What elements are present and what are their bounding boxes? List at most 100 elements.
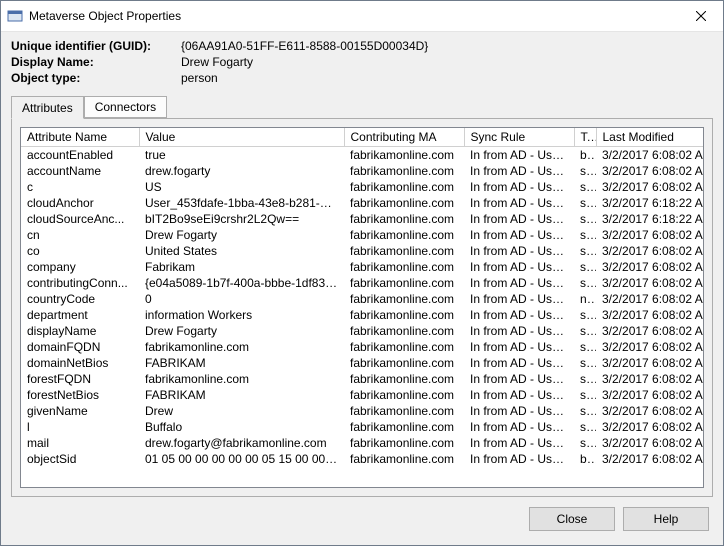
cell-t: s...: [574, 339, 596, 355]
cell-value: drew.fogarty@fabrikamonline.com: [139, 435, 344, 451]
cell-attr: l: [21, 419, 139, 435]
cell-t: b...: [574, 451, 596, 467]
cell-value: FABRIKAM: [139, 387, 344, 403]
table-row[interactable]: countryCode0fabrikamonline.comIn from AD…: [21, 291, 703, 307]
table-row[interactable]: cnDrew Fogartyfabrikamonline.comIn from …: [21, 227, 703, 243]
cell-value: 0: [139, 291, 344, 307]
cell-attr: domainNetBios: [21, 355, 139, 371]
guid-label: Unique identifier (GUID):: [11, 38, 181, 54]
table-row[interactable]: domainNetBiosFABRIKAMfabrikamonline.comI…: [21, 355, 703, 371]
cell-modified: 3/2/2017 6:08:02 AM: [596, 435, 703, 451]
tab-connectors[interactable]: Connectors: [84, 96, 167, 118]
cell-ma: fabrikamonline.com: [344, 307, 464, 323]
cell-t: s...: [574, 163, 596, 179]
column-sync-rule[interactable]: Sync Rule: [464, 128, 574, 147]
table-row[interactable]: accountNamedrew.fogartyfabrikamonline.co…: [21, 163, 703, 179]
cell-rule: In from AD - User ...: [464, 147, 574, 164]
close-window-button[interactable]: [678, 1, 723, 31]
cell-t: s...: [574, 371, 596, 387]
display-name-value: Drew Fogarty: [181, 54, 253, 70]
cell-t: s...: [574, 275, 596, 291]
cell-modified: 3/2/2017 6:08:02 AM: [596, 227, 703, 243]
cell-modified: 3/2/2017 6:08:02 AM: [596, 419, 703, 435]
column-type[interactable]: T...: [574, 128, 596, 147]
table-row[interactable]: contributingConn...{e04a5089-1b7f-400a-b…: [21, 275, 703, 291]
cell-ma: fabrikamonline.com: [344, 227, 464, 243]
guid-value: {06AA91A0-51FF-E611-8588-00155D00034D}: [181, 38, 428, 54]
cell-modified: 3/2/2017 6:08:02 AM: [596, 403, 703, 419]
cell-modified: 3/2/2017 6:18:22 AM: [596, 195, 703, 211]
help-button[interactable]: Help: [623, 507, 709, 531]
cell-value: FABRIKAM: [139, 355, 344, 371]
cell-ma: fabrikamonline.com: [344, 275, 464, 291]
cell-rule: In from AD - User ...: [464, 355, 574, 371]
cell-t: s...: [574, 259, 596, 275]
cell-rule: In from AD - User ...: [464, 227, 574, 243]
table-row[interactable]: forestNetBiosFABRIKAMfabrikamonline.comI…: [21, 387, 703, 403]
cell-ma: fabrikamonline.com: [344, 387, 464, 403]
table-row[interactable]: departmentinformation Workersfabrikamonl…: [21, 307, 703, 323]
table-row[interactable]: accountEnabledtruefabrikamonline.comIn f…: [21, 147, 703, 164]
table-row[interactable]: maildrew.fogarty@fabrikamonline.comfabri…: [21, 435, 703, 451]
cell-value: User_453fdafe-1bba-43e8-b281-75273...: [139, 195, 344, 211]
table-row[interactable]: domainFQDNfabrikamonline.comfabrikamonli…: [21, 339, 703, 355]
column-attribute-name[interactable]: Attribute Name: [21, 128, 139, 147]
cell-ma: fabrikamonline.com: [344, 211, 464, 227]
cell-rule: In from AD - User ...: [464, 339, 574, 355]
cell-t: s...: [574, 387, 596, 403]
close-button[interactable]: Close: [529, 507, 615, 531]
column-headers: Attribute Name Value Contributing MA Syn…: [21, 128, 703, 147]
cell-ma: fabrikamonline.com: [344, 323, 464, 339]
cell-value: drew.fogarty: [139, 163, 344, 179]
app-icon: [7, 8, 23, 24]
cell-rule: In from AD - User ...: [464, 387, 574, 403]
cell-t: s...: [574, 323, 596, 339]
table-row[interactable]: givenNameDrewfabrikamonline.comIn from A…: [21, 403, 703, 419]
column-value[interactable]: Value: [139, 128, 344, 147]
attribute-listview[interactable]: Attribute Name Value Contributing MA Syn…: [20, 127, 704, 488]
dialog-button-row: Close Help: [1, 497, 723, 545]
cell-attr: displayName: [21, 323, 139, 339]
cell-ma: fabrikamonline.com: [344, 195, 464, 211]
cell-ma: fabrikamonline.com: [344, 403, 464, 419]
cell-modified: 3/2/2017 6:08:02 AM: [596, 275, 703, 291]
cell-t: s...: [574, 195, 596, 211]
cell-value: Drew Fogarty: [139, 227, 344, 243]
table-row[interactable]: cloudSourceAnc...bIT2Bo9seEi9crshr2L2Qw=…: [21, 211, 703, 227]
cell-value: information Workers: [139, 307, 344, 323]
table-row[interactable]: coUnited Statesfabrikamonline.comIn from…: [21, 243, 703, 259]
cell-ma: fabrikamonline.com: [344, 291, 464, 307]
cell-ma: fabrikamonline.com: [344, 163, 464, 179]
table-row[interactable]: objectSid01 05 00 00 00 00 00 05 15 00 0…: [21, 451, 703, 467]
tabstrip: Attributes Connectors: [11, 96, 713, 118]
table-row[interactable]: lBuffalofabrikamonline.comIn from AD - U…: [21, 419, 703, 435]
display-name-label: Display Name:: [11, 54, 181, 70]
cell-rule: In from AD - User ...: [464, 371, 574, 387]
cell-modified: 3/2/2017 6:08:02 AM: [596, 163, 703, 179]
cell-ma: fabrikamonline.com: [344, 451, 464, 467]
table-row[interactable]: cloudAnchorUser_453fdafe-1bba-43e8-b281-…: [21, 195, 703, 211]
cell-attr: countryCode: [21, 291, 139, 307]
cell-value: 01 05 00 00 00 00 00 05 15 00 00 0...: [139, 451, 344, 467]
cell-ma: fabrikamonline.com: [344, 435, 464, 451]
tab-attributes[interactable]: Attributes: [11, 96, 84, 119]
cell-ma: fabrikamonline.com: [344, 355, 464, 371]
column-contributing-ma[interactable]: Contributing MA: [344, 128, 464, 147]
cell-rule: In from AD - User ...: [464, 291, 574, 307]
table-row[interactable]: companyFabrikamfabrikamonline.comIn from…: [21, 259, 703, 275]
cell-rule: In from AD - User ...: [464, 195, 574, 211]
table-row[interactable]: cUSfabrikamonline.comIn from AD - User .…: [21, 179, 703, 195]
cell-rule: In from AD - User ...: [464, 243, 574, 259]
cell-ma: fabrikamonline.com: [344, 419, 464, 435]
cell-modified: 3/2/2017 6:18:22 AM: [596, 211, 703, 227]
cell-t: s...: [574, 419, 596, 435]
cell-value: United States: [139, 243, 344, 259]
cell-value: Buffalo: [139, 419, 344, 435]
table-row[interactable]: forestFQDNfabrikamonline.comfabrikamonli…: [21, 371, 703, 387]
dialog-window: Metaverse Object Properties Unique ident…: [0, 0, 724, 546]
cell-t: s...: [574, 307, 596, 323]
cell-t: s...: [574, 355, 596, 371]
column-last-modified[interactable]: Last Modified: [596, 128, 703, 147]
table-row[interactable]: displayNameDrew Fogartyfabrikamonline.co…: [21, 323, 703, 339]
cell-attr: co: [21, 243, 139, 259]
